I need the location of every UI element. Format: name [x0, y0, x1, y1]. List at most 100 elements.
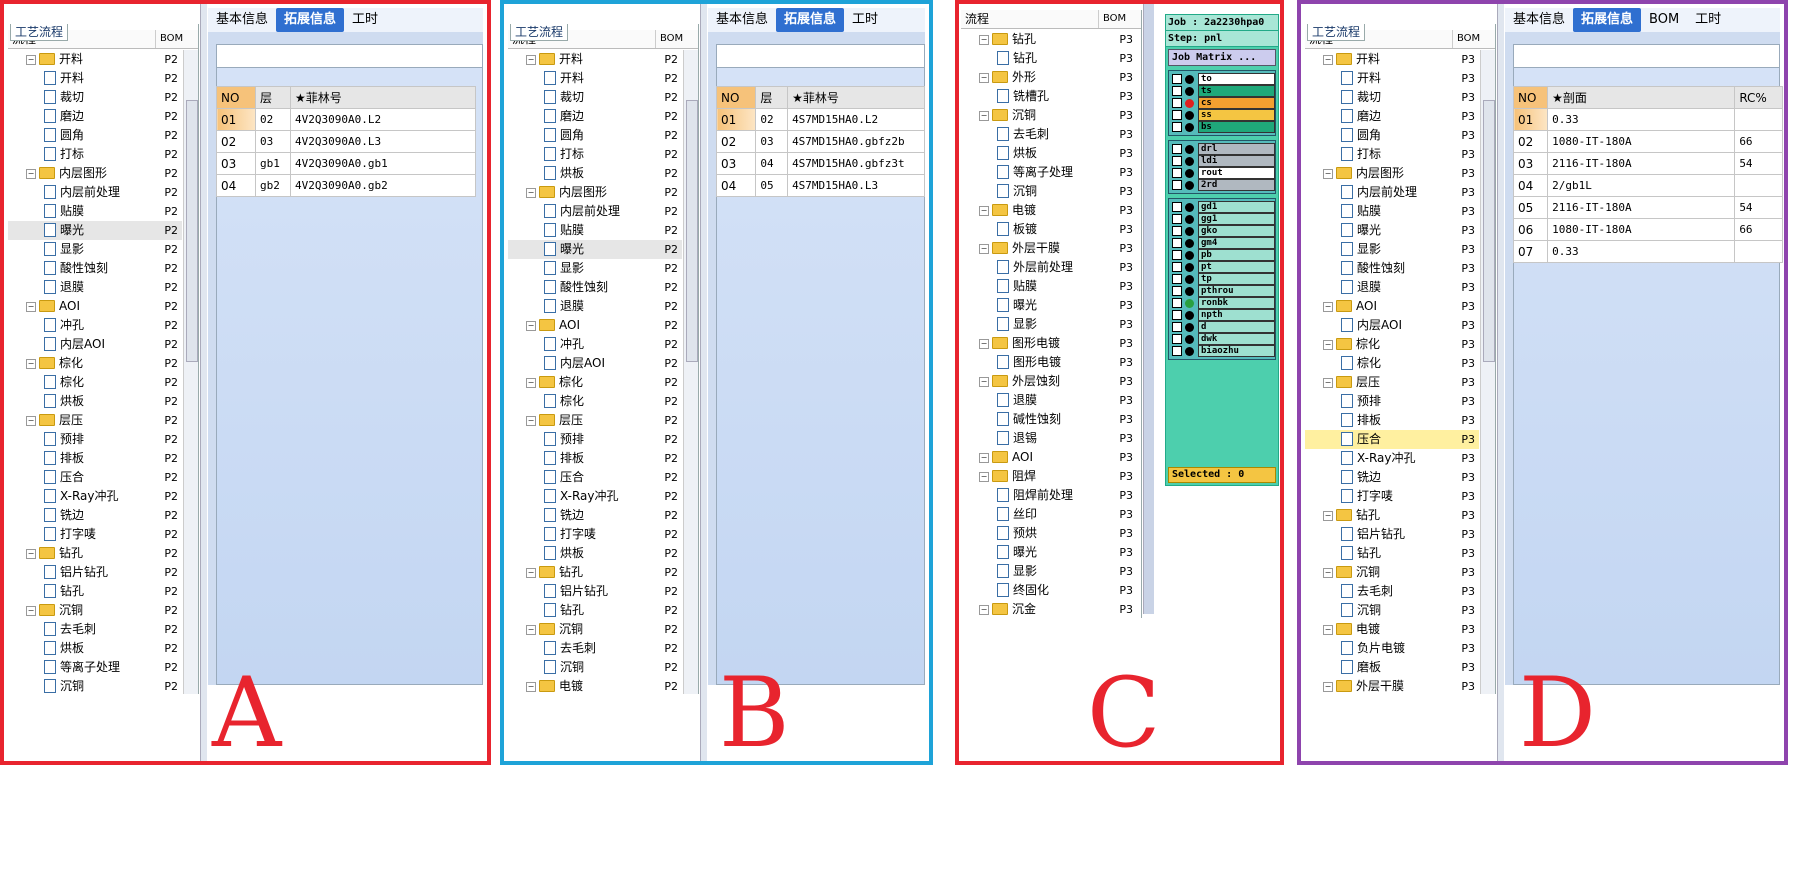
collapse-icon[interactable]: −	[26, 168, 36, 179]
tab-0[interactable]: 基本信息	[208, 8, 276, 32]
splitter[interactable]	[700, 4, 707, 761]
layer-checkbox[interactable]	[1172, 250, 1182, 260]
tab-3[interactable]: 工时	[1687, 8, 1729, 32]
layer-checkbox[interactable]	[1172, 310, 1182, 320]
column-header[interactable]: 层	[755, 86, 789, 109]
collapse-icon[interactable]: −	[26, 605, 36, 616]
tree-group-node[interactable]: − 外层蚀刻 P3	[961, 372, 1137, 391]
tree-leaf-node[interactable]: 显影 P3	[961, 562, 1137, 581]
tree-leaf-node[interactable]: 压合 P2	[508, 468, 682, 487]
tree-group-node[interactable]: − 棕化 P2	[508, 373, 682, 392]
tab-0[interactable]: 基本信息	[1505, 8, 1573, 32]
tree-leaf-node[interactable]: 排板 P3	[1305, 411, 1479, 430]
layer-checkbox[interactable]	[1172, 144, 1182, 154]
tree-leaf-node[interactable]: 内层AOI P2	[508, 354, 682, 373]
layer-checkbox[interactable]	[1172, 180, 1182, 190]
tree-leaf-node[interactable]: 棕化 P2	[508, 392, 682, 411]
layer-checkbox[interactable]	[1172, 214, 1182, 224]
collapse-icon[interactable]: −	[526, 415, 536, 426]
tree-group-node[interactable]: − 棕化 P3	[1305, 335, 1479, 354]
tree-group-node[interactable]: − 开料 P2	[508, 50, 682, 69]
tree-leaf-node[interactable]: 压合 P3	[1305, 430, 1479, 449]
tree-group-node[interactable]: − 沉铜 P3	[1305, 563, 1479, 582]
tree-leaf-node[interactable]: 沉铜 P3	[1305, 601, 1479, 620]
collapse-icon[interactable]: −	[979, 72, 989, 83]
tree-group-node[interactable]: − 电镀 P3	[961, 201, 1137, 220]
tree-leaf-node[interactable]: 图形电镀 P3	[961, 353, 1137, 372]
tree-leaf-node[interactable]: 沉铜 P2	[508, 658, 682, 677]
tree-scrollbar[interactable]	[183, 50, 198, 694]
layer-row[interactable]: gm4	[1169, 237, 1275, 249]
tree-leaf-node[interactable]: 打标 P3	[1305, 145, 1479, 164]
layer-row[interactable]: gko	[1169, 225, 1275, 237]
tree-group-node[interactable]: − 棕化 P2	[8, 354, 182, 373]
table-row[interactable]: 02 03 4V2Q3090A0.L3	[216, 130, 476, 153]
layer-checkbox[interactable]	[1172, 346, 1182, 356]
tree-leaf-node[interactable]: 退膜 P3	[1305, 278, 1479, 297]
tree-group-node[interactable]: − 钻孔 P3	[961, 30, 1137, 49]
tree-group-node[interactable]: − 钻孔 P2	[8, 544, 182, 563]
tree-header-name[interactable]: 流程	[961, 10, 1099, 28]
tree-leaf-node[interactable]: 铣边 P2	[508, 506, 682, 525]
collapse-icon[interactable]: −	[526, 624, 536, 635]
table-row[interactable]: 03 gb1 4V2Q3090A0.gb1	[216, 152, 476, 175]
table-row[interactable]: 04 2/gb1L	[1512, 174, 1783, 197]
tree-leaf-node[interactable]: 打字唛 P2	[8, 525, 182, 544]
column-header[interactable]: NO	[715, 86, 757, 109]
tree-leaf-node[interactable]: 棕化 P3	[1305, 354, 1479, 373]
layer-checkbox[interactable]	[1172, 322, 1182, 332]
layer-row[interactable]: npth	[1169, 309, 1275, 321]
tree-leaf-node[interactable]: 酸性蚀刻 P3	[1305, 259, 1479, 278]
tree-leaf-node[interactable]: 烘板 P2	[8, 639, 182, 658]
tree-group-node[interactable]: − AOI P2	[8, 297, 182, 316]
layer-row[interactable]: cs	[1169, 97, 1275, 109]
layer-checkbox[interactable]	[1172, 334, 1182, 344]
tree-leaf-node[interactable]: 显影 P2	[508, 259, 682, 278]
collapse-icon[interactable]: −	[979, 34, 989, 45]
table-row[interactable]: 01 0.33	[1512, 108, 1783, 131]
tree-leaf-node[interactable]: 裁切 P3	[1305, 88, 1479, 107]
layer-row[interactable]: gd1	[1169, 201, 1275, 213]
tree-group-node[interactable]: − 开料 P3	[1305, 50, 1479, 69]
tree-leaf-node[interactable]: 退膜 P2	[8, 278, 182, 297]
collapse-icon[interactable]: −	[1323, 54, 1333, 65]
tree-leaf-node[interactable]: 内层AOI P3	[1305, 316, 1479, 335]
collapse-icon[interactable]: −	[1323, 339, 1333, 350]
tab-2[interactable]: 工时	[344, 8, 386, 32]
tree-leaf-node[interactable]: 铣槽孔 P3	[961, 87, 1137, 106]
tree-group-node[interactable]: − 沉铜 P2	[508, 620, 682, 639]
collapse-icon[interactable]: −	[1323, 567, 1333, 578]
collapse-icon[interactable]: −	[1323, 624, 1333, 635]
collapse-icon[interactable]: −	[979, 338, 989, 349]
tree-leaf-node[interactable]: 预排 P2	[8, 430, 182, 449]
tree-leaf-node[interactable]: 贴膜 P2	[8, 202, 182, 221]
collapse-icon[interactable]: −	[526, 567, 536, 578]
table-row[interactable]: 06 1080-IT-180A 66	[1512, 218, 1783, 241]
tree-scrollbar[interactable]	[1480, 50, 1495, 694]
layer-row[interactable]: d	[1169, 321, 1275, 333]
tree-leaf-node[interactable]: 排板 P2	[8, 449, 182, 468]
tree-leaf-node[interactable]: X-Ray冲孔 P2	[8, 487, 182, 506]
tree-leaf-node[interactable]: 铣边 P3	[1305, 468, 1479, 487]
tree-leaf-node[interactable]: 打字唛 P2	[508, 525, 682, 544]
tree-leaf-node[interactable]: 钻孔 P3	[1305, 544, 1479, 563]
tree-leaf-node[interactable]: 磨边 P2	[508, 107, 682, 126]
tree-leaf-node[interactable]: 裁切 P2	[508, 88, 682, 107]
tree-group-node[interactable]: − AOI P2	[508, 316, 682, 335]
layer-checkbox[interactable]	[1172, 298, 1182, 308]
layer-row[interactable]: biaozhu	[1169, 345, 1275, 357]
tree-leaf-node[interactable]: 圆角 P3	[1305, 126, 1479, 145]
collapse-icon[interactable]: −	[979, 376, 989, 387]
tree-header-bom[interactable]: BOM	[156, 30, 198, 48]
tree-group-node[interactable]: − 外层干膜 P3	[1305, 677, 1479, 694]
splitter[interactable]	[1497, 4, 1504, 761]
tree-leaf-node[interactable]: 磨板 P3	[1305, 658, 1479, 677]
tree-group-node[interactable]: − 钻孔 P2	[508, 563, 682, 582]
collapse-icon[interactable]: −	[26, 548, 36, 559]
layer-checkbox[interactable]	[1172, 202, 1182, 212]
layer-row[interactable]: bs	[1169, 121, 1275, 133]
splitter[interactable]	[1143, 4, 1154, 614]
collapse-icon[interactable]: −	[979, 471, 989, 482]
table-row[interactable]: 04 gb2 4V2Q3090A0.gb2	[216, 174, 476, 197]
layer-row[interactable]: gg1	[1169, 213, 1275, 225]
